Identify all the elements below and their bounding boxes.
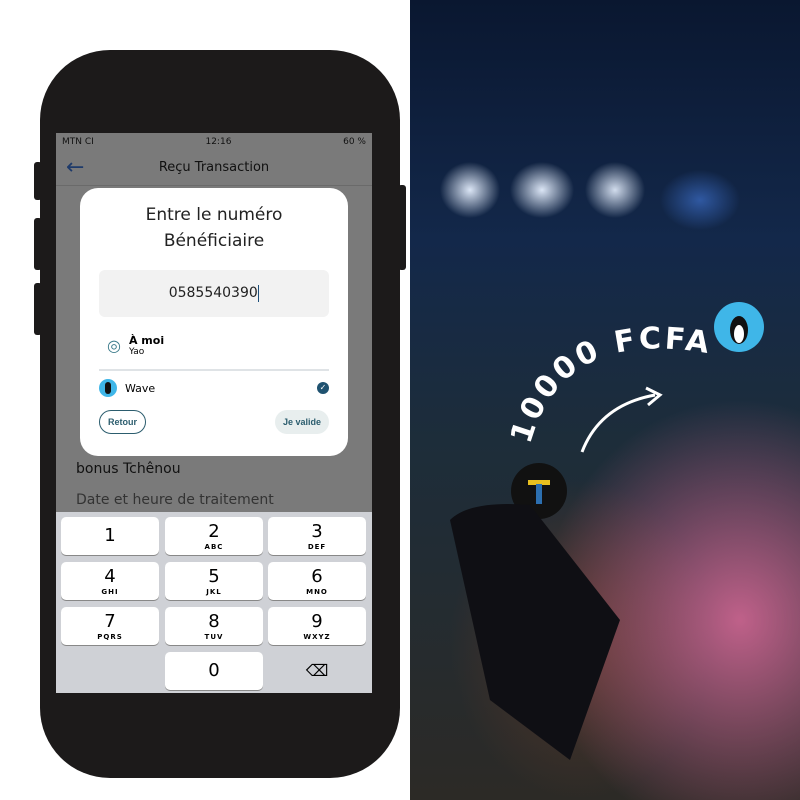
key-3[interactable]: 3 DEF — [268, 517, 366, 555]
key-6[interactable]: 6 MNO — [268, 562, 366, 600]
app-header: ← Reçu Transaction — [56, 150, 372, 186]
phone-screen: MTN CI 12:16 60 % ← Reçu Transaction bon… — [56, 133, 372, 693]
promo-amount: 10000 FCFA — [504, 321, 714, 447]
key-1[interactable]: 1 — [61, 517, 159, 555]
contact-option-self[interactable]: ◎ À moi Yao — [107, 334, 348, 357]
back-button[interactable]: Retour — [99, 410, 146, 434]
page-title: Reçu Transaction — [158, 160, 270, 175]
carrier: MTN CI — [62, 136, 94, 147]
hand-phone — [450, 504, 620, 760]
beneficiary-dialog: Entre le numéro Bénéficiaire 0585540390 ◎… — [80, 188, 348, 456]
date-label: Date et heure de traitement — [76, 492, 274, 508]
wave-penguin-logo — [714, 302, 764, 352]
key-5[interactable]: 5 JKL — [165, 562, 263, 600]
numeric-keypad: 1 2 ABC 3 DEF 4 GHI 5 JKL 6 MNO 7 PQRS 8 TUV 9 WXYZ 0 ⌫ — [56, 512, 372, 693]
key-9[interactable]: 9 WXYZ — [268, 607, 366, 645]
key-8[interactable]: 8 TUV — [165, 607, 263, 645]
provider-option-wave[interactable]: Wave ✓ — [99, 379, 329, 397]
back-arrow-icon[interactable]: ← — [66, 155, 84, 180]
bonus-label: bonus Tchênou — [76, 461, 181, 477]
key-4[interactable]: 4 GHI — [61, 562, 159, 600]
background-photo: 10000 FCFA — [410, 0, 800, 800]
check-circle-icon: ✓ — [317, 382, 329, 394]
key-2[interactable]: 2 ABC — [165, 517, 263, 555]
clock: 12:16 — [205, 136, 232, 147]
battery: 60 % — [343, 136, 366, 147]
dialog-title: Entre le numéro Bénéficiaire — [145, 205, 283, 251]
phone-number-input[interactable]: 0585540390 — [99, 270, 329, 317]
curved-arrow-icon — [580, 393, 656, 453]
backspace-key-icon[interactable]: ⌫ — [268, 652, 366, 690]
confirm-button[interactable]: Je valide — [274, 410, 329, 434]
wave-penguin-icon — [99, 379, 117, 397]
divider — [99, 369, 329, 371]
key-7[interactable]: 7 PQRS — [61, 607, 159, 645]
key-0[interactable]: 0 — [165, 652, 263, 690]
status-bar: MTN CI 12:16 60 % — [56, 133, 372, 150]
fingerprint-icon: ◎ — [107, 336, 121, 355]
